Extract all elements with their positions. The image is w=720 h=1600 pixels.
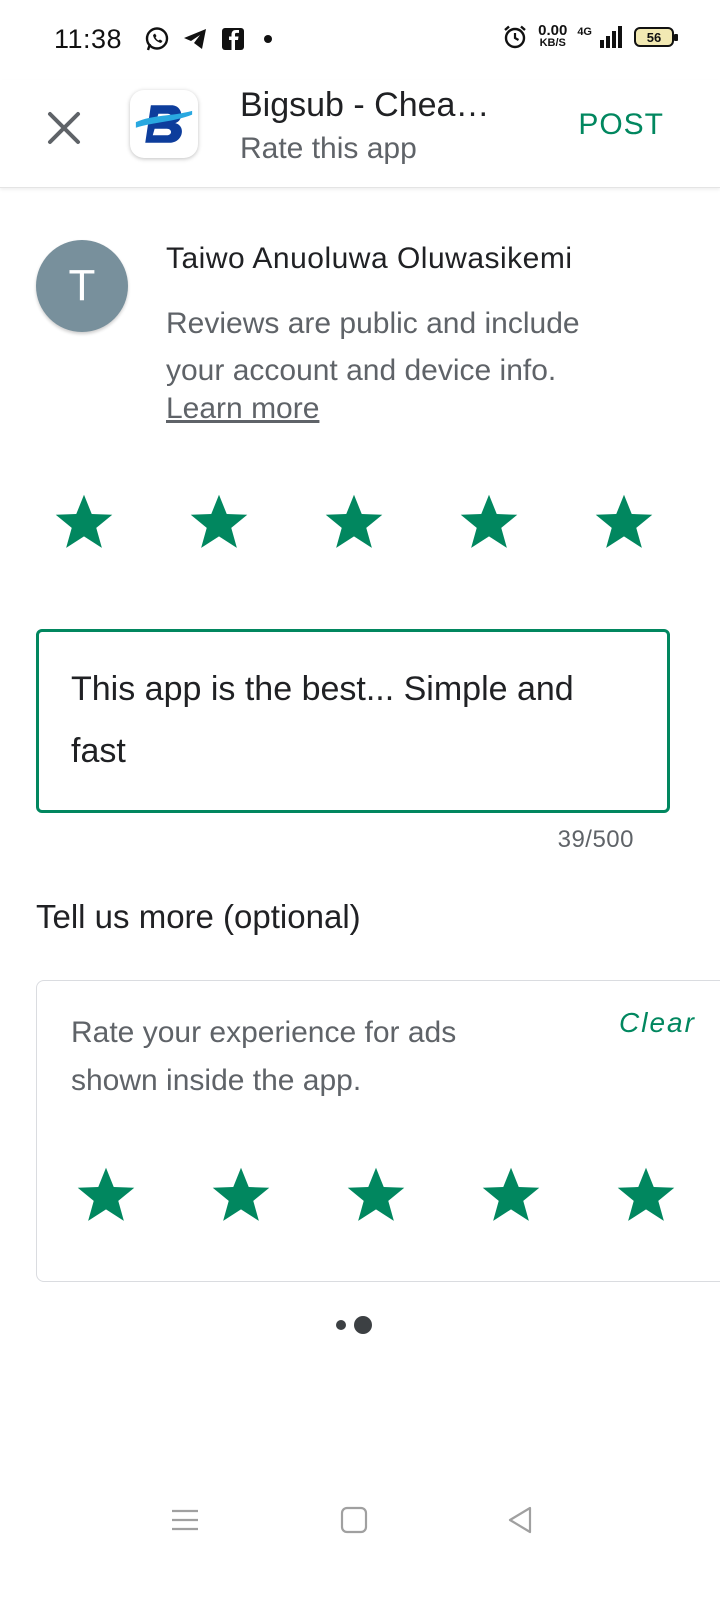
ads-star-2-icon[interactable] — [209, 1163, 273, 1227]
page-dot-2 — [354, 1316, 372, 1334]
star-1-icon[interactable] — [52, 490, 116, 554]
learn-more-link[interactable]: Learn more — [166, 392, 319, 426]
ads-star-rating — [74, 1163, 678, 1227]
ads-experience-card: Rate your experience for ads shown insid… — [36, 980, 720, 1282]
menu-button[interactable] — [163, 1500, 207, 1544]
ads-star-5-icon[interactable] — [614, 1163, 678, 1227]
review-text-field[interactable]: This app is the best... Simple and fast — [36, 629, 670, 813]
home-icon — [338, 1504, 370, 1541]
star-5-icon[interactable] — [592, 490, 656, 554]
notification-icons — [144, 26, 272, 52]
back-icon — [504, 1504, 536, 1541]
alarm-icon — [502, 24, 528, 50]
account-name: Taiwo Anuoluwa Oluwasikemi — [166, 242, 573, 275]
star-rating — [52, 490, 656, 554]
telegram-icon — [182, 26, 208, 52]
close-icon — [44, 108, 84, 153]
ads-star-1-icon[interactable] — [74, 1163, 138, 1227]
facebook-icon — [220, 26, 246, 52]
battery-indicator: 56 — [634, 27, 678, 47]
net-speed-value: 0.00 — [538, 22, 568, 39]
ads-star-4-icon[interactable] — [479, 1163, 543, 1227]
signal-icon — [598, 24, 624, 50]
avatar: T — [36, 240, 128, 332]
page-indicator — [336, 1316, 372, 1334]
home-button[interactable] — [332, 1500, 376, 1544]
tell-us-more-heading: Tell us more (optional) — [36, 898, 361, 935]
star-3-icon[interactable] — [322, 490, 386, 554]
back-button[interactable] — [498, 1500, 542, 1544]
system-icons: 0.00 KB/S 4G 56 — [502, 22, 678, 50]
notification-dot — [264, 35, 272, 43]
network-speed: 0.00 KB/S — [538, 22, 568, 49]
ads-star-3-icon[interactable] — [344, 1163, 408, 1227]
star-4-icon[interactable] — [457, 490, 521, 554]
star-2-icon[interactable] — [187, 490, 251, 554]
status-bar: 11:38 0.00 KB/S 4G 56 — [0, 0, 720, 80]
app-bar: Bigsub - Chea… Rate this app POST — [0, 80, 720, 188]
review-public-note: Reviews are public and include your acco… — [166, 307, 580, 387]
menu-icon — [169, 1504, 201, 1541]
app-subtitle: Rate this app — [240, 132, 417, 165]
whatsapp-icon — [144, 26, 170, 52]
close-button[interactable] — [40, 106, 88, 154]
ads-question: Rate your experience for ads shown insid… — [71, 1016, 457, 1097]
post-button[interactable]: POST — [578, 108, 664, 142]
network-type: 4G — [577, 26, 592, 38]
clear-button[interactable]: Clear — [619, 1007, 696, 1039]
status-time: 11:38 — [54, 24, 123, 54]
app-title: Bigsub - Chea… — [240, 86, 490, 124]
app-icon — [130, 90, 198, 158]
net-speed-unit: KB/S — [539, 37, 566, 49]
character-count: 39/500 — [557, 826, 634, 853]
review-text: This app is the best... Simple and fast — [71, 670, 574, 770]
navigation-bar — [0, 1488, 720, 1558]
page-dot-1 — [336, 1320, 346, 1330]
